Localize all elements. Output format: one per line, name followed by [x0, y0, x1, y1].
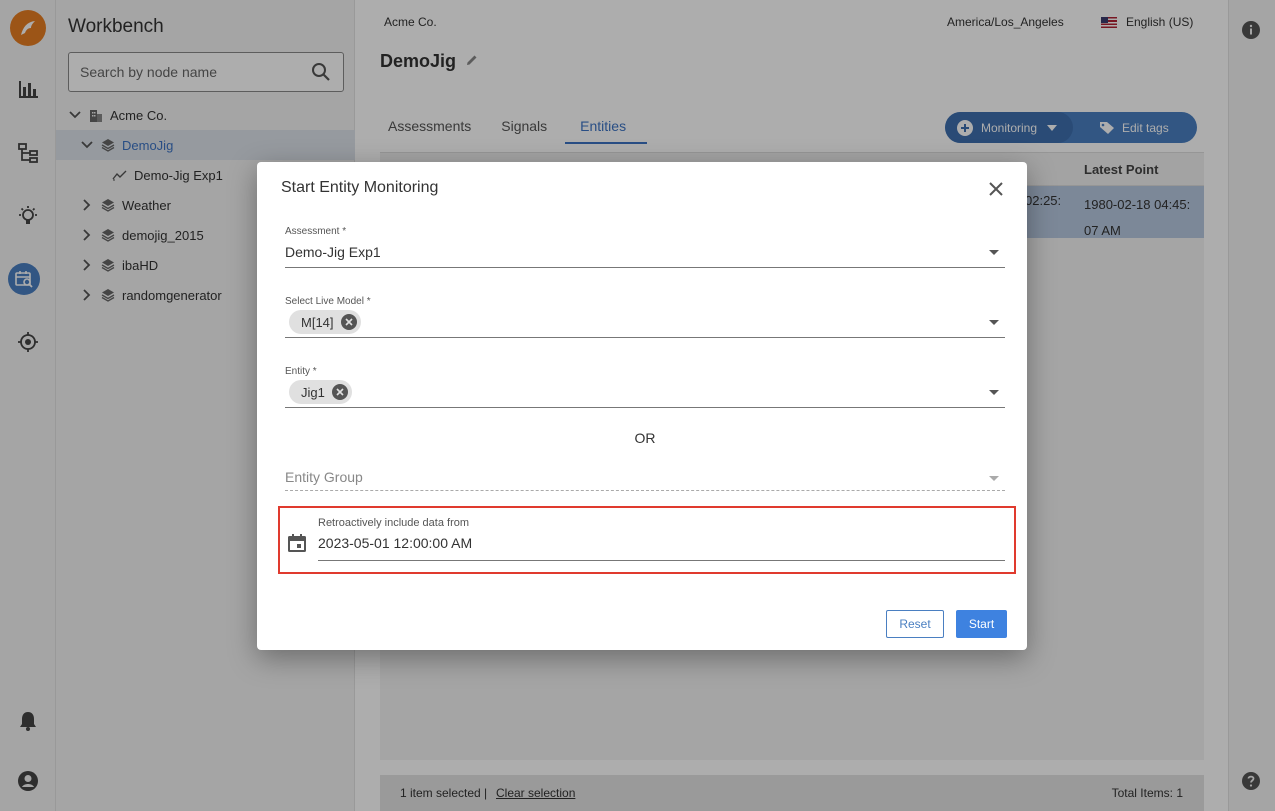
- live-model-select[interactable]: Select Live Model * M[14]: [285, 296, 1005, 338]
- remove-chip-icon[interactable]: [331, 384, 348, 400]
- dropdown-arrow-icon: [989, 250, 999, 255]
- live-model-label: Select Live Model *: [285, 296, 371, 307]
- entity-select[interactable]: Entity * Jig1: [285, 366, 1005, 408]
- entity-label: Entity *: [285, 366, 317, 377]
- dropdown-arrow-icon: [989, 476, 999, 481]
- assessment-label: Assessment *: [285, 226, 347, 237]
- start-button[interactable]: Start: [956, 610, 1007, 638]
- entity-chip[interactable]: Jig1: [289, 380, 352, 404]
- retro-date-value: 2023-05-01 12:00:00 AM: [318, 535, 473, 551]
- entity-group-select: Entity Group: [285, 462, 1005, 491]
- dropdown-arrow-icon: [989, 390, 999, 395]
- live-model-chip[interactable]: M[14]: [289, 310, 361, 334]
- start-entity-monitoring-dialog: Start Entity Monitoring Assessment * Dem…: [257, 162, 1027, 650]
- assessment-value: Demo-Jig Exp1: [285, 244, 381, 260]
- close-icon[interactable]: [985, 178, 1007, 200]
- calendar-icon[interactable]: [287, 533, 307, 558]
- or-separator: OR: [634, 430, 656, 446]
- reset-button[interactable]: Reset: [886, 610, 944, 638]
- chip-label: M[14]: [301, 314, 334, 330]
- assessment-select[interactable]: Assessment * Demo-Jig Exp1: [285, 226, 1005, 268]
- retro-date-label: Retroactively include data from: [318, 517, 470, 529]
- retro-date-field[interactable]: Retroactively include data from 2023-05-…: [318, 515, 1005, 561]
- remove-chip-icon[interactable]: [340, 314, 357, 330]
- dropdown-arrow-icon: [989, 320, 999, 325]
- chip-label: Jig1: [301, 384, 325, 400]
- entity-group-placeholder: Entity Group: [285, 469, 363, 485]
- dialog-title: Start Entity Monitoring: [281, 179, 439, 196]
